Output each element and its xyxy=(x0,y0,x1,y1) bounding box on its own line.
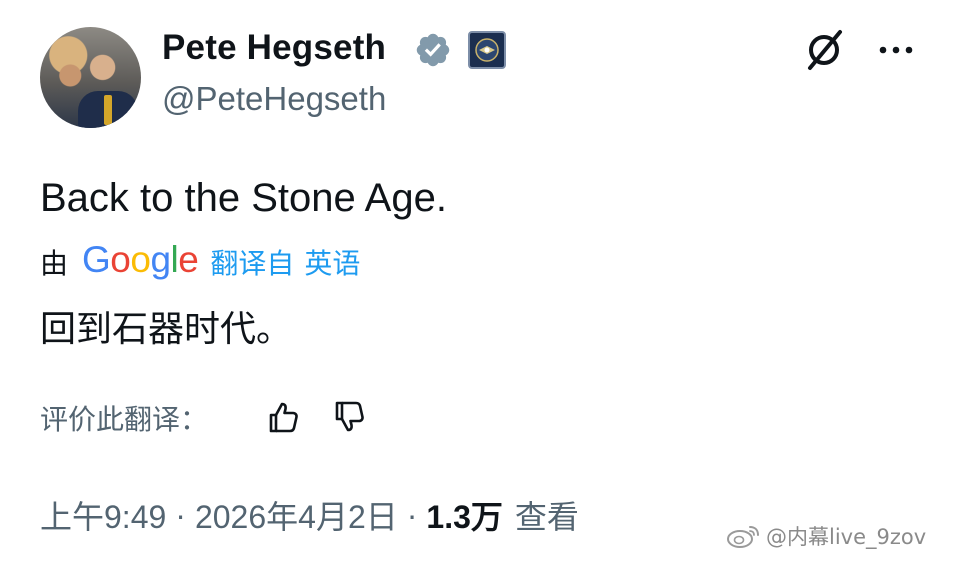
source-language-link[interactable]: 英语 xyxy=(304,242,360,282)
tweet-date[interactable]: 2026年4月2日 xyxy=(195,492,398,538)
google-letter: G xyxy=(82,239,111,280)
translated-text: 回到石器时代。 xyxy=(40,309,293,350)
rate-translation-prompt: 评价此翻译： xyxy=(40,396,208,440)
author-display-name[interactable]: Pete Hegseth xyxy=(162,28,386,68)
translated-by-label: 由 xyxy=(40,247,69,280)
verified-badge-icon[interactable] xyxy=(414,31,452,69)
grok-icon[interactable] xyxy=(800,26,848,74)
tweet-time[interactable]: 上午9:49 xyxy=(40,492,166,538)
department-seal-icon[interactable] xyxy=(468,31,506,69)
meta-separator: · xyxy=(175,496,186,533)
tweet-text: Back to the Stone Age. xyxy=(40,176,447,220)
translation-attribution: 由 Google 翻译自 英语 xyxy=(40,239,360,284)
views-count: 1.3万 xyxy=(426,499,503,535)
avatar-tie-shape xyxy=(104,95,112,125)
meta-separator: · xyxy=(406,496,418,533)
thumbs-up-icon[interactable] xyxy=(264,398,302,436)
author-avatar[interactable] xyxy=(40,27,141,128)
google-letter: o xyxy=(110,239,131,280)
more-options-icon[interactable] xyxy=(876,30,916,70)
author-handle[interactable]: @PeteHegseth xyxy=(162,80,386,118)
google-logo[interactable]: Google xyxy=(82,239,199,281)
rate-translation-label: 评价此翻译： xyxy=(40,403,209,436)
google-letter: g xyxy=(150,239,171,280)
thumbs-down-icon[interactable] xyxy=(330,398,368,436)
watermark-text: @内幕live_9zov xyxy=(766,525,927,549)
google-letter: o xyxy=(130,239,151,280)
weibo-logo-icon xyxy=(727,526,759,548)
google-letter: e xyxy=(178,239,199,280)
tweet-meta: 上午9:49 · 2026年4月2日 · 1.3万 查看 xyxy=(40,491,579,539)
watermark: @内幕live_9zov xyxy=(726,521,926,551)
seal-emblem-icon xyxy=(475,38,499,62)
translated-from-link[interactable]: 翻译自 xyxy=(210,242,294,282)
views-label: 查看 xyxy=(514,499,579,535)
